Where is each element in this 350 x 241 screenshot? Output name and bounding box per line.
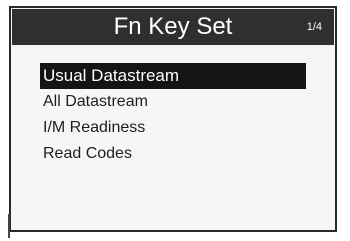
menu-item-all-datastream[interactable]: All Datastream: [40, 89, 306, 115]
device-screen: Fn Key Set 1/4 Usual Datastream All Data…: [9, 6, 337, 232]
menu-item-label: Read Codes: [43, 145, 132, 162]
menu-item-label: I/M Readiness: [43, 119, 146, 136]
frame-edge-mark: [8, 214, 10, 238]
page-indicator: 1/4: [306, 21, 322, 33]
function-menu: Usual Datastream All Datastream I/M Read…: [40, 63, 306, 167]
menu-item-read-codes[interactable]: Read Codes: [40, 141, 306, 167]
title-bar: Fn Key Set 1/4: [12, 9, 334, 45]
menu-item-usual-datastream[interactable]: Usual Datastream: [40, 63, 306, 89]
menu-item-im-readiness[interactable]: I/M Readiness: [40, 115, 306, 141]
screen-title: Fn Key Set: [113, 13, 233, 40]
menu-item-label: Usual Datastream: [43, 66, 180, 85]
menu-item-label: All Datastream: [43, 93, 148, 110]
